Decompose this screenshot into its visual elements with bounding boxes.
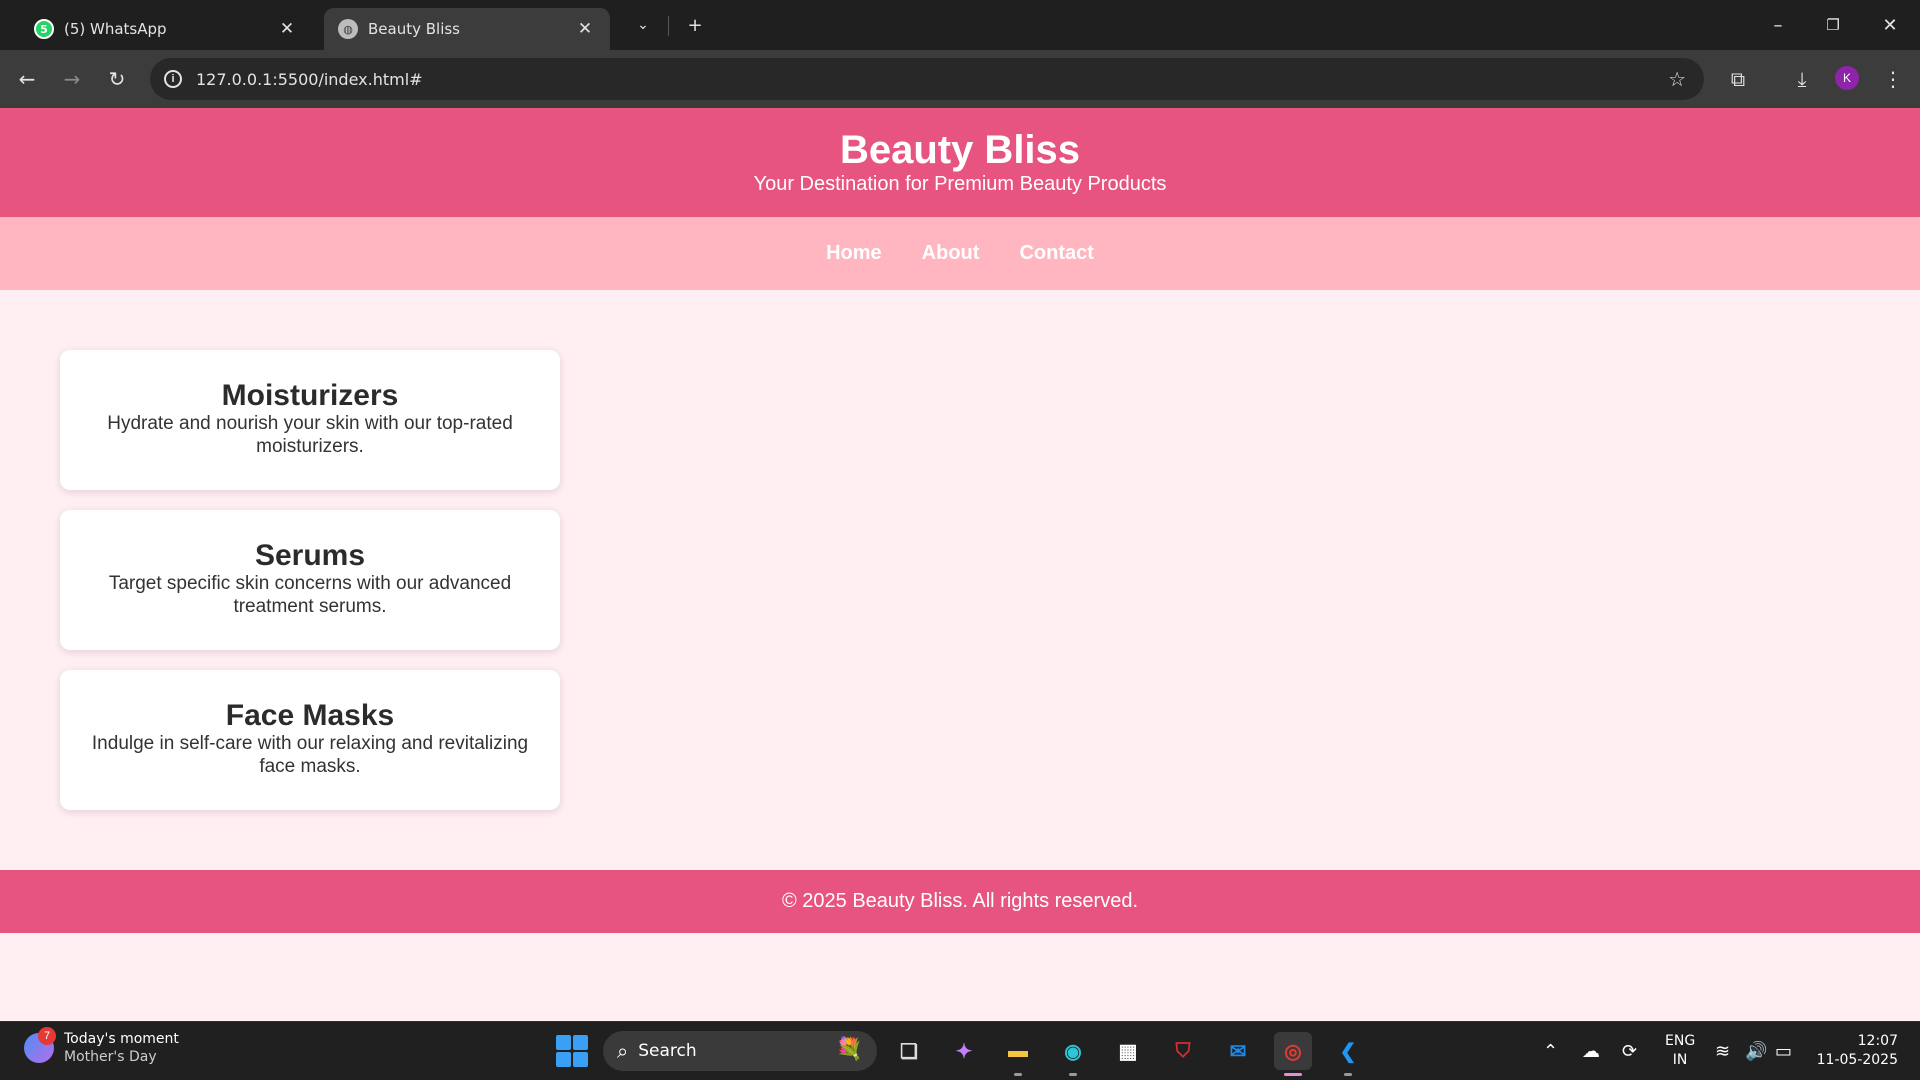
vscode-icon[interactable]: ❮ [1329, 1032, 1367, 1076]
reload-icon[interactable]: ↻ [102, 64, 132, 94]
sync-icon[interactable]: ⟳ [1622, 1022, 1637, 1080]
chrome-icon[interactable]: ◎ [1274, 1032, 1312, 1076]
site-title: Beauty Bliss [839, 128, 1081, 172]
tab-search-chevron-icon[interactable]: ⌄ [628, 10, 658, 40]
tab-beauty-bliss[interactable]: ◍ Beauty Bliss ✕ [324, 8, 610, 50]
site-info-icon[interactable]: i [164, 70, 182, 88]
language-code: ENG [1665, 1033, 1696, 1049]
product-name: Serums [254, 539, 366, 572]
site-nav: Home About Contact [0, 217, 1920, 290]
close-icon[interactable]: ✕ [574, 19, 596, 39]
widget-title: Today's moment [64, 1031, 179, 1047]
window-close-icon[interactable]: ✕ [1875, 10, 1905, 40]
globe-icon: ◍ [338, 19, 358, 39]
nav-contact[interactable]: Contact [1019, 242, 1093, 265]
footer-text: © 2025 Beauty Bliss. All rights reserved… [781, 890, 1138, 912]
site-header: Beauty Bliss Your Destination for Premiu… [0, 108, 1920, 217]
new-tab-icon[interactable]: + [680, 10, 710, 40]
show-hidden-icons-icon[interactable]: ⌃ [1543, 1022, 1558, 1080]
nav-about[interactable]: About [922, 242, 980, 265]
extensions-icon[interactable]: ⧉ [1723, 64, 1753, 94]
nav-home[interactable]: Home [826, 242, 882, 265]
product-description: Hydrate and nourish your skin with our t… [107, 413, 513, 457]
back-icon[interactable]: ← [12, 64, 42, 94]
clock[interactable]: 12:07 11-05-2025 [1817, 1032, 1898, 1070]
search-highlight-icon: 💐 [835, 1037, 863, 1062]
profile-avatar[interactable]: K [1835, 66, 1859, 90]
menu-icon[interactable]: ⋮ [1878, 64, 1908, 94]
product-list: Moisturizers Hydrate and nourish your sk… [60, 350, 560, 830]
bookmark-star-icon[interactable]: ☆ [1668, 67, 1686, 92]
search-placeholder: Search [638, 1041, 697, 1061]
volume-icon[interactable]: 🔊 [1745, 1022, 1767, 1080]
widget-subtitle: Mother's Day [64, 1049, 157, 1065]
search-icon: ⌕ [617, 1039, 629, 1063]
restore-icon[interactable]: ❐ [1818, 10, 1848, 40]
product-description: Target specific skin concerns with our a… [108, 573, 512, 617]
forward-icon[interactable]: → [57, 64, 87, 94]
address-bar[interactable]: i 127.0.0.1:5500/index.html# ☆ [150, 58, 1704, 100]
notification-badge: 7 [38, 1027, 56, 1045]
onedrive-icon[interactable]: ☁ [1582, 1022, 1600, 1080]
tab-whatsapp[interactable]: 5 (5) WhatsApp ✕ [20, 8, 312, 50]
task-view-icon[interactable]: ❏ [890, 1032, 928, 1070]
taskbar: 7 Today's moment Mother's Day ⌕ Search 💐… [0, 1021, 1920, 1080]
download-icon[interactable]: ⤓ [1787, 64, 1817, 94]
tab-title: Beauty Bliss [368, 20, 460, 38]
taskbar-search[interactable]: ⌕ Search 💐 [603, 1031, 877, 1071]
file-explorer-icon[interactable]: ▬ [999, 1032, 1037, 1076]
copilot-icon[interactable]: ✦ [945, 1032, 983, 1070]
browser-toolbar: ← → ↻ i 127.0.0.1:5500/index.html# ☆ ⧉ ⤓… [0, 50, 1920, 108]
outlook-icon[interactable]: ✉ [1219, 1032, 1257, 1070]
site-tagline: Your Destination for Premium Beauty Prod… [753, 173, 1167, 195]
widgets-icon: 7 [24, 1027, 56, 1063]
product-name: Face Masks [225, 699, 395, 732]
wifi-icon[interactable]: ≋ [1715, 1022, 1730, 1080]
product-description: Indulge in self-care with our relaxing a… [91, 733, 529, 777]
clock-time: 12:07 [1857, 1033, 1898, 1049]
product-name: Moisturizers [221, 379, 399, 412]
minimize-icon[interactable]: – [1763, 10, 1793, 40]
start-button[interactable] [556, 1035, 588, 1067]
clock-date: 11-05-2025 [1816, 1052, 1898, 1068]
whatsapp-icon: 5 [34, 19, 54, 39]
edge-icon[interactable]: ◉ [1054, 1032, 1092, 1076]
language-indicator[interactable]: ENG IN [1665, 1032, 1695, 1070]
product-card-moisturizers: Moisturizers Hydrate and nourish your sk… [60, 350, 560, 490]
url-text[interactable]: 127.0.0.1:5500/index.html# [196, 70, 423, 89]
region-code: IN [1672, 1052, 1688, 1068]
product-card-serums: Serums Target specific skin concerns wit… [60, 510, 560, 650]
tab-title: (5) WhatsApp [64, 20, 167, 38]
store-icon[interactable]: ▦ [1109, 1032, 1147, 1070]
close-icon[interactable]: ✕ [276, 19, 298, 39]
site-footer: © 2025 Beauty Bliss. All rights reserved… [0, 870, 1920, 933]
mcafee-icon[interactable]: ⛉ [1164, 1032, 1202, 1070]
battery-icon[interactable]: ▭ [1775, 1022, 1792, 1080]
product-card-face-masks: Face Masks Indulge in self-care with our… [60, 670, 560, 810]
browser-tab-bar: 5 (5) WhatsApp ✕ ◍ Beauty Bliss ✕ ⌄ + – … [0, 0, 1920, 50]
divider [668, 16, 669, 36]
widgets-button[interactable]: 7 Today's moment Mother's Day [24, 1027, 179, 1066]
